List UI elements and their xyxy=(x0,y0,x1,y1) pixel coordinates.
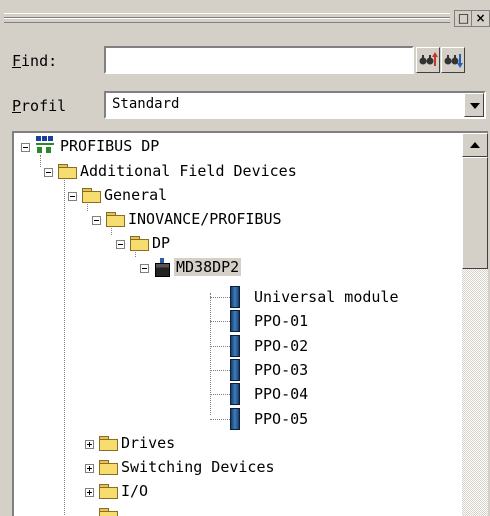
folder-icon xyxy=(99,460,118,475)
close-icon[interactable]: × xyxy=(471,10,490,27)
tree-node-module[interactable]: PPO-05 xyxy=(230,408,308,430)
docking-title-bar[interactable]: □ × xyxy=(0,0,490,34)
tree-node-general[interactable]: General xyxy=(82,184,167,206)
collapse-icon[interactable] xyxy=(92,216,101,225)
folder-open-icon xyxy=(58,164,77,179)
collapse-icon[interactable] xyxy=(140,264,149,273)
tree-node-label: I/O xyxy=(121,482,149,500)
find-label: Find: xyxy=(12,52,58,70)
tree-node-label: General xyxy=(104,186,168,204)
tree-node-label: Additional Field Devices xyxy=(80,162,297,180)
tree-line xyxy=(210,346,232,347)
tree-node-module[interactable]: PPO-04 xyxy=(230,383,308,405)
tree-node-profibus-dp[interactable]: PROFIBUS DP xyxy=(34,135,159,157)
folder-open-icon xyxy=(82,188,101,203)
collapse-icon[interactable] xyxy=(68,192,77,201)
dp-slave-icon xyxy=(154,258,170,277)
binoculars-down-icon xyxy=(444,54,463,68)
binoculars-up-icon xyxy=(419,52,438,66)
tree-node-label: PROFIBUS DP xyxy=(60,137,160,155)
tree-node-module[interactable]: PPO-03 xyxy=(230,359,308,381)
tree-line xyxy=(210,419,232,420)
module-icon xyxy=(230,408,240,430)
profile-value: Standard xyxy=(112,96,180,112)
tree-node-label: PPO-04 xyxy=(254,385,309,403)
profile-label: Profil xyxy=(12,97,67,115)
folder-icon xyxy=(99,484,118,499)
chevron-down-icon[interactable] xyxy=(464,93,484,117)
tree-line xyxy=(210,297,232,298)
module-icon xyxy=(230,310,240,332)
tree-node-partial[interactable] xyxy=(99,504,118,516)
tree-line xyxy=(64,177,65,516)
tree-scrollbar[interactable] xyxy=(462,133,488,516)
tree-line xyxy=(210,293,211,415)
title-grip[interactable] xyxy=(4,13,450,23)
tree-node-label: Drives xyxy=(121,434,176,452)
find-input[interactable] xyxy=(104,46,414,74)
tree-node-label: PPO-01 xyxy=(254,312,309,330)
tree-node-io[interactable]: I/O xyxy=(99,480,148,502)
expand-icon[interactable] xyxy=(85,440,94,449)
tree-node-label: PPO-03 xyxy=(254,361,309,379)
find-down-button[interactable] xyxy=(441,47,465,73)
tree-node-label: PPO-05 xyxy=(254,410,309,428)
scroll-up-icon[interactable] xyxy=(462,133,488,157)
tree-node-label: Universal module xyxy=(254,288,399,306)
tree-node-switching-devices[interactable]: Switching Devices xyxy=(99,456,275,478)
scroll-thumb[interactable] xyxy=(462,157,488,269)
module-icon xyxy=(230,335,240,357)
tree-node-drives[interactable]: Drives xyxy=(99,432,175,454)
tree-node-inovance[interactable]: INOVANCE/PROFIBUS xyxy=(106,208,282,230)
profile-select[interactable]: Standard xyxy=(104,91,486,119)
folder-icon xyxy=(99,508,118,516)
tree-node-module[interactable]: PPO-01 xyxy=(230,310,308,332)
module-icon xyxy=(230,286,240,308)
expand-icon[interactable] xyxy=(85,488,94,497)
tree-node-additional-field-devices[interactable]: Additional Field Devices xyxy=(58,160,297,182)
tree-node-module[interactable]: PPO-02 xyxy=(230,335,308,357)
module-icon xyxy=(230,383,240,405)
tree-node-dp[interactable]: DP xyxy=(130,232,170,254)
expand-icon[interactable] xyxy=(85,464,94,473)
module-icon xyxy=(230,359,240,381)
tree-node-md38dp2[interactable]: MD38DP2 xyxy=(154,256,242,278)
folder-open-icon xyxy=(130,236,149,251)
tree-node-label: Switching Devices xyxy=(121,458,275,476)
tree-node-label: MD38DP2 xyxy=(174,258,242,276)
folder-open-icon xyxy=(106,212,125,227)
tree-node-label: DP xyxy=(152,234,171,252)
collapse-icon[interactable] xyxy=(116,240,125,249)
find-up-button[interactable] xyxy=(416,47,440,73)
folder-icon xyxy=(99,436,118,451)
tree-node-module[interactable]: Universal module xyxy=(230,286,399,308)
catalog-tree[interactable]: PROFIBUS DP Additional Field Devices Gen… xyxy=(12,131,488,516)
tree-node-label: INOVANCE/PROFIBUS xyxy=(128,210,282,228)
tree-node-label: PPO-02 xyxy=(254,337,309,355)
tree-line xyxy=(210,394,232,395)
collapse-icon[interactable] xyxy=(21,143,30,152)
tree-line xyxy=(210,321,232,322)
network-icon xyxy=(34,136,56,156)
collapse-icon[interactable] xyxy=(44,168,53,177)
tree-line xyxy=(210,370,232,371)
